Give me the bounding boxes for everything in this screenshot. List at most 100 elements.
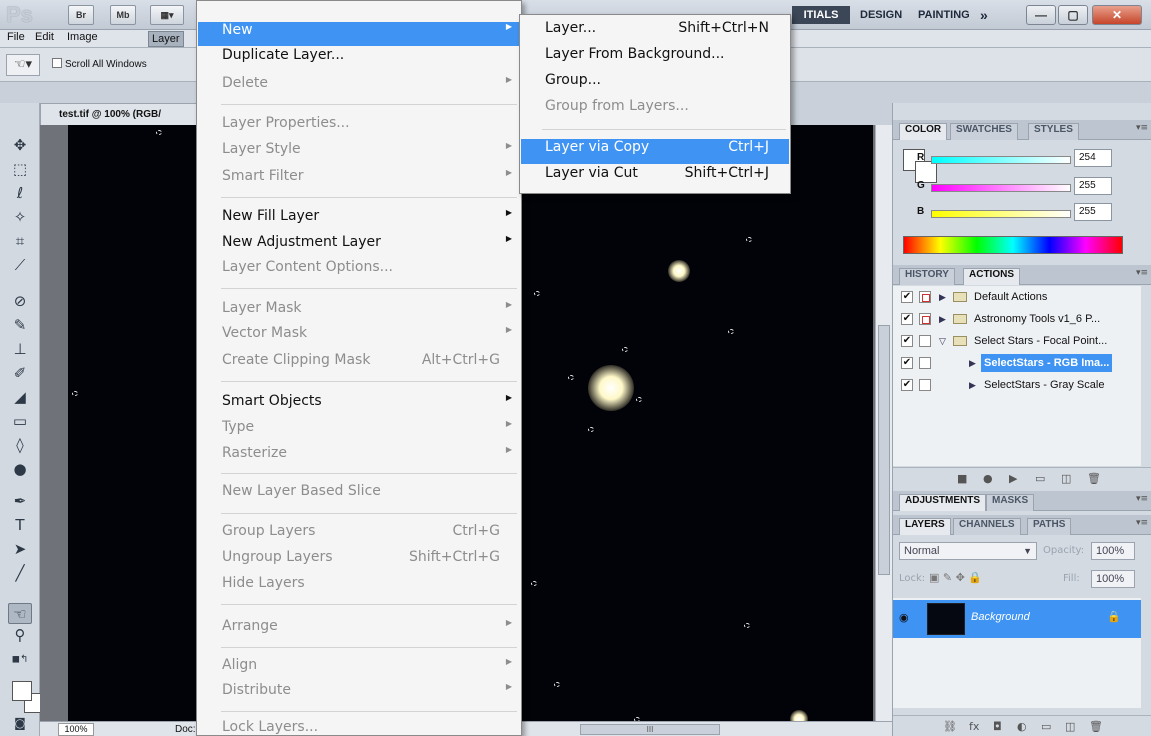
tab-swatches[interactable]: SWATCHES — [950, 123, 1018, 140]
scroll-all-windows-checkbox[interactable] — [52, 58, 62, 68]
foreground-color-swatch[interactable] — [12, 681, 32, 701]
crop-tool-icon[interactable]: ⌗ — [8, 231, 32, 252]
play-icon[interactable]: ▶ — [1009, 472, 1017, 485]
move-tool-icon[interactable]: ✥ — [8, 135, 32, 156]
panel-menu-icon[interactable]: ▾≡ — [1136, 518, 1148, 528]
layer-menu-item-layer-content-options[interactable]: Layer Content Options... — [198, 259, 520, 283]
tab-styles[interactable]: STYLES — [1028, 123, 1079, 140]
panel-menu-icon[interactable]: ▾≡ — [1136, 268, 1148, 278]
action-selectstars-rgb[interactable]: ✔ ▶ SelectStars - RGB Ima... — [897, 352, 1135, 374]
eye-icon[interactable]: ◉ — [899, 611, 909, 624]
panel-menu-icon[interactable]: ▾≡ — [1136, 494, 1148, 504]
new-submenu-item-layer-via-copy[interactable]: Layer via Copy Ctrl+J — [521, 139, 789, 164]
menu-file[interactable]: File — [4, 31, 28, 47]
check-icon[interactable]: ✔ — [901, 313, 913, 325]
blur-tool-icon[interactable]: ◊ — [8, 435, 32, 456]
expand-triangle-icon[interactable]: ▶ — [939, 308, 946, 330]
tab-layers[interactable]: LAYERS — [899, 518, 951, 535]
green-slider[interactable]: G 255 — [917, 177, 1112, 195]
new-set-icon[interactable]: ▭ — [1035, 472, 1045, 485]
check-icon[interactable]: ✔ — [901, 379, 913, 391]
delete-icon[interactable]: 🗑 — [1087, 472, 1101, 485]
eyedropper-tool-icon[interactable]: ⟋ — [8, 255, 32, 276]
new-submenu-item-group[interactable]: Group... — [521, 72, 789, 97]
action-set-default[interactable]: ✔ ▶ Default Actions — [897, 286, 1135, 308]
layer-menu-item-smart-filter[interactable]: Smart Filter ▶ — [198, 168, 520, 192]
red-value-field[interactable]: 254 — [1074, 149, 1112, 167]
vertical-scroll-thumb[interactable] — [878, 325, 890, 575]
horizontal-scroll-thumb[interactable]: III — [580, 724, 720, 735]
tab-color[interactable]: COLOR — [899, 123, 948, 140]
layer-menu-item-arrange[interactable]: Arrange ▶ — [198, 618, 520, 642]
group-icon[interactable]: ▭ — [1041, 720, 1051, 733]
dialog-toggle-icon[interactable] — [919, 335, 931, 347]
collapse-triangle-icon[interactable]: ▽ — [939, 330, 946, 352]
layer-menu-item-layer-properties[interactable]: Layer Properties... — [198, 115, 520, 139]
layer-row-background[interactable]: ◉ Background 🔒 — [893, 600, 1141, 638]
dialog-toggle-icon[interactable] — [919, 379, 931, 391]
new-action-icon[interactable]: ◫ — [1061, 472, 1071, 485]
check-icon[interactable]: ✔ — [901, 357, 913, 369]
tab-masks[interactable]: MASKS — [986, 494, 1035, 511]
workspace-painting-button[interactable]: PAINTING — [918, 6, 970, 24]
new-submenu-item-layer-from-background[interactable]: Layer From Background... — [521, 46, 789, 71]
check-icon[interactable]: ✔ — [901, 335, 913, 347]
stop-icon[interactable]: ■ — [957, 472, 967, 485]
scroll-all-windows-option[interactable]: Scroll All Windows — [52, 58, 147, 70]
record-icon[interactable]: ● — [983, 472, 993, 485]
expand-triangle-icon[interactable]: ▶ — [969, 374, 976, 396]
layer-menu-item-new-adjustment-layer[interactable]: New Adjustment Layer ▶ — [198, 234, 520, 258]
color-ramp[interactable] — [903, 236, 1123, 254]
tab-channels[interactable]: CHANNELS — [953, 518, 1021, 535]
quick-selection-tool-icon[interactable]: ✧ — [8, 207, 32, 228]
expand-triangle-icon[interactable]: ▶ — [969, 352, 976, 374]
layer-menu-item-hide-layers[interactable]: Hide Layers — [198, 575, 520, 599]
layer-menu-item-create-clipping-mask[interactable]: Create Clipping Mask Alt+Ctrl+G — [198, 352, 520, 376]
blue-slider-track[interactable] — [931, 210, 1071, 218]
launch-mini-bridge-button[interactable]: Mb — [110, 5, 136, 25]
gradient-tool-icon[interactable]: ▭ — [8, 411, 32, 432]
layer-menu-item-vector-mask[interactable]: Vector Mask ▶ — [198, 325, 520, 349]
panel-menu-icon[interactable]: ▾≡ — [1136, 123, 1148, 133]
launch-bridge-button[interactable]: Br — [68, 5, 94, 25]
red-slider[interactable]: R 254 — [917, 149, 1112, 167]
document-info[interactable]: Doc: — [175, 722, 196, 736]
history-brush-tool-icon[interactable]: ✐ — [8, 363, 32, 384]
pen-tool-icon[interactable]: ✒ — [8, 491, 32, 512]
link-icon[interactable]: ⛓ — [943, 720, 957, 733]
clone-stamp-tool-icon[interactable]: ⊥ — [8, 339, 32, 360]
swap-colors-icon[interactable]: ◼↰ — [8, 649, 32, 670]
healing-brush-tool-icon[interactable]: ⊘ — [8, 291, 32, 312]
lock-icons[interactable]: ▣ ✎ ✥ 🔒 — [929, 571, 982, 584]
menu-edit[interactable]: Edit — [32, 31, 57, 47]
tab-actions[interactable]: ACTIONS — [963, 268, 1020, 285]
layer-menu-item-new[interactable]: New ▶ — [198, 22, 520, 46]
blend-mode-select[interactable]: Normal ▼ — [899, 542, 1037, 560]
layer-menu-item-distribute[interactable]: Distribute ▶ — [198, 682, 520, 706]
brush-tool-icon[interactable]: ✎ — [8, 315, 32, 336]
dialog-toggle-icon[interactable] — [919, 313, 931, 325]
layer-menu-item-rasterize[interactable]: Rasterize ▶ — [198, 445, 520, 469]
layer-menu-item-new-layer-based-slice[interactable]: New Layer Based Slice — [198, 483, 520, 507]
opacity-field[interactable]: 100% — [1091, 542, 1135, 560]
fill-field[interactable]: 100% — [1091, 570, 1135, 588]
action-selectstars-gray[interactable]: ✔ ▶ SelectStars - Gray Scale — [897, 374, 1135, 396]
zoom-tool-icon[interactable]: ⚲ — [8, 625, 32, 646]
hand-tool-icon[interactable]: ☜ — [8, 603, 32, 624]
red-slider-track[interactable] — [931, 156, 1071, 164]
menu-image[interactable]: Image — [64, 31, 101, 47]
document-tab[interactable]: test.tif @ 100% (RGB/ — [40, 103, 200, 125]
tab-paths[interactable]: PATHS — [1027, 518, 1072, 535]
close-button[interactable]: ✕ — [1092, 5, 1142, 25]
fx-icon[interactable]: fx — [969, 720, 979, 733]
layer-menu-item-group-layers[interactable]: Group Layers Ctrl+G — [198, 523, 520, 547]
blue-value-field[interactable]: 255 — [1074, 203, 1112, 221]
layer-menu-item-smart-objects[interactable]: Smart Objects ▶ — [198, 393, 520, 417]
layer-menu-item-new-fill-layer[interactable]: New Fill Layer ▶ — [198, 208, 520, 232]
type-tool-icon[interactable]: T — [8, 515, 32, 536]
new-submenu-item-layer-via-cut[interactable]: Layer via Cut Shift+Ctrl+J — [521, 165, 789, 190]
tab-history[interactable]: HISTORY — [899, 268, 955, 285]
lasso-tool-icon[interactable]: ℓ — [8, 183, 32, 204]
dodge-tool-icon[interactable]: ● — [8, 459, 32, 480]
view-extras-button[interactable]: ▦▾ — [150, 5, 184, 25]
